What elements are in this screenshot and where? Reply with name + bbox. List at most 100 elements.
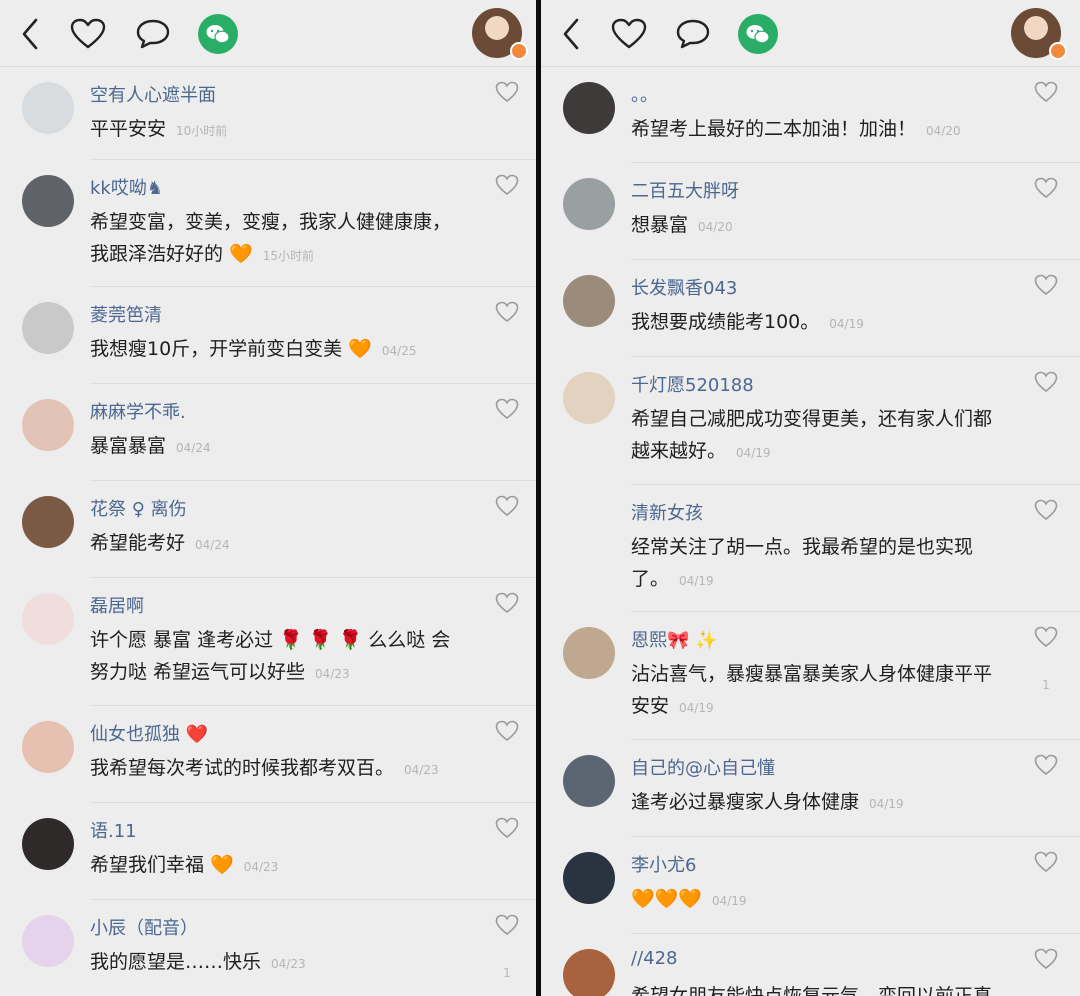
- comment-item[interactable]: 恩熙🎀 ✨ 沾沾喜气，暴瘦暴富暴美家人身体健康平平安安 04/19 1: [541, 612, 1080, 740]
- avatar[interactable]: [22, 818, 74, 870]
- comment-item[interactable]: 空有人心遮半面 平平安安 10小时前: [0, 67, 536, 160]
- avatar[interactable]: [22, 496, 74, 548]
- comment-bubble-icon[interactable]: [673, 14, 713, 54]
- comment-text: 🧡🧡🧡 04/19: [631, 883, 1009, 917]
- like-heart-icon[interactable]: [495, 301, 519, 323]
- comment-author[interactable]: 长发飘香043: [631, 274, 737, 300]
- comment-author[interactable]: 清新女孩: [631, 499, 703, 525]
- comment-body: 希望我们幸福 🧡: [90, 854, 234, 876]
- avatar[interactable]: [22, 399, 74, 451]
- like-heart-icon[interactable]: [1034, 177, 1058, 199]
- like-heart-icon[interactable]: [1034, 851, 1058, 873]
- comment-author[interactable]: 自己的@心自己懂: [631, 754, 775, 780]
- like-heart-icon[interactable]: [495, 398, 519, 420]
- comment-body: 许个愿 暴富 逢考必过 🌹 🌹 🌹 么么哒 会努力哒 希望运气可以好些: [90, 629, 451, 683]
- right-panel: 。。 希望考上最好的二本加油！加油！ 04/20 二百五大胖呀 想暴富 04/20 …: [541, 0, 1080, 996]
- comment-time: 04/19: [711, 894, 747, 908]
- comment-author[interactable]: //428: [631, 948, 678, 969]
- avatar[interactable]: [563, 627, 615, 679]
- like-heart-icon[interactable]: [495, 495, 519, 517]
- comment-item[interactable]: //428 希望女朋友能快点恢复元气，变回以前正真: [541, 934, 1080, 996]
- comment-item[interactable]: 麻麻学不乖. 暴富暴富 04/24: [0, 384, 536, 481]
- comment-author[interactable]: 。。: [631, 81, 658, 107]
- like-heart-icon[interactable]: [1034, 81, 1058, 103]
- comment-item[interactable]: 李小尤6 🧡🧡🧡 04/19: [541, 837, 1080, 934]
- avatar[interactable]: [563, 275, 615, 327]
- like-heart-icon[interactable]: [495, 174, 519, 196]
- avatar[interactable]: [22, 593, 74, 645]
- comment-author[interactable]: 菱莞笆清: [90, 301, 162, 327]
- avatar[interactable]: [563, 178, 615, 230]
- avatar[interactable]: [22, 302, 74, 354]
- wechat-icon[interactable]: [198, 14, 238, 54]
- comment-author[interactable]: 恩熙🎀 ✨: [631, 626, 718, 652]
- like-heart-icon[interactable]: [1034, 948, 1058, 970]
- like-heart-icon[interactable]: [495, 914, 519, 936]
- comment-list: 空有人心遮半面 平平安安 10小时前 kk哎呦♞ 希望变富，变美，变瘦，我家人健健…: [0, 67, 536, 996]
- avatar[interactable]: [22, 175, 74, 227]
- comment-item[interactable]: 花祭 ♀ 离伤 希望能考好 04/24: [0, 481, 536, 578]
- like-heart-icon[interactable]: [1034, 499, 1058, 521]
- comment-time: 04/23: [243, 860, 279, 874]
- comment-item[interactable]: kk哎呦♞ 希望变富，变美，变瘦，我家人健健康康，我跟泽浩好好的 🧡 15小时前: [0, 160, 536, 287]
- comment-time: 04/19: [869, 797, 904, 811]
- like-heart-icon[interactable]: [495, 592, 519, 614]
- like-heart-icon[interactable]: [495, 817, 519, 839]
- comment-body: 我想瘦10斤，开学前变白变美 🧡: [90, 338, 372, 360]
- comment-author[interactable]: 李小尤6: [631, 851, 696, 877]
- comment-author[interactable]: 千灯愿520188: [631, 371, 754, 397]
- avatar[interactable]: [563, 755, 615, 807]
- comment-author[interactable]: 二百五大胖呀: [631, 177, 739, 203]
- comment-text: 我想要成绩能考100。 04/19: [631, 306, 1009, 340]
- comment-text: 希望考上最好的二本加油！加油！ 04/20: [631, 113, 1009, 147]
- comment-item[interactable]: 菱莞笆清 我想瘦10斤，开学前变白变美 🧡 04/25: [0, 287, 536, 384]
- like-heart-icon[interactable]: [1034, 371, 1058, 393]
- comment-text: 我希望每次考试的时候我都考双百。 04/23: [90, 752, 468, 786]
- comment-item[interactable]: 小辰（配音） 我的愿望是……快乐 04/23 1: [0, 900, 536, 996]
- comment-author[interactable]: 磊居啊: [90, 592, 144, 618]
- comment-author[interactable]: 空有人心遮半面: [90, 81, 216, 107]
- like-heart-icon[interactable]: [1034, 274, 1058, 296]
- top-bar: [0, 0, 536, 67]
- avatar[interactable]: [563, 949, 615, 996]
- avatar[interactable]: [22, 82, 74, 134]
- like-heart-icon[interactable]: [1034, 626, 1058, 648]
- like-heart-icon[interactable]: [495, 720, 519, 742]
- comment-author[interactable]: 语.11: [90, 817, 137, 843]
- avatar[interactable]: [563, 82, 615, 134]
- comment-item[interactable]: 清新女孩 经常关注了胡一点。我最希望的是也实现了。 04/19: [541, 485, 1080, 612]
- comment-item[interactable]: 千灯愿520188 希望自己减肥成功变得更美，还有家人们都越来越好。 04/19: [541, 357, 1080, 485]
- wechat-icon[interactable]: [738, 14, 778, 54]
- comment-text: 希望女朋友能快点恢复元气，变回以前正真: [631, 980, 1009, 996]
- comment-text: 希望能考好 04/24: [90, 527, 468, 561]
- comment-author[interactable]: 小辰（配音）: [90, 914, 198, 940]
- comment-author[interactable]: 仙女也孤独 ❤️: [90, 720, 208, 746]
- comment-item[interactable]: 。。 希望考上最好的二本加油！加油！ 04/20: [541, 67, 1080, 163]
- comment-item[interactable]: 二百五大胖呀 想暴富 04/20: [541, 163, 1080, 260]
- avatar[interactable]: [563, 500, 615, 552]
- comment-item[interactable]: 长发飘香043 我想要成绩能考100。 04/19: [541, 260, 1080, 357]
- heart-icon[interactable]: [609, 14, 649, 54]
- back-arrow-icon[interactable]: [551, 14, 591, 54]
- comment-author[interactable]: 花祭 ♀ 离伤: [90, 495, 187, 521]
- comment-text: 希望我们幸福 🧡 04/23: [90, 849, 468, 883]
- like-heart-icon[interactable]: [1034, 754, 1058, 776]
- comment-item[interactable]: 仙女也孤独 ❤️ 我希望每次考试的时候我都考双百。 04/23: [0, 706, 536, 803]
- avatar[interactable]: [563, 372, 615, 424]
- comment-author[interactable]: kk哎呦♞: [90, 174, 163, 200]
- avatar[interactable]: [22, 915, 74, 967]
- comment-text: 我想瘦10斤，开学前变白变美 🧡 04/25: [90, 333, 468, 367]
- comment-bubble-icon[interactable]: [133, 14, 173, 54]
- comment-item[interactable]: 语.11 希望我们幸福 🧡 04/23: [0, 803, 536, 900]
- screen: 空有人心遮半面 平平安安 10小时前 kk哎呦♞ 希望变富，变美，变瘦，我家人健健…: [0, 0, 1080, 996]
- comment-text: 沾沾喜气，暴瘦暴富暴美家人身体健康平平安安 04/19: [631, 658, 1009, 724]
- comment-item[interactable]: 自己的@心自己懂 逢考必过暴瘦家人身体健康 04/19: [541, 740, 1080, 837]
- comment-time: 04/20: [926, 124, 961, 138]
- comment-author[interactable]: 麻麻学不乖.: [90, 398, 186, 424]
- comment-item[interactable]: 磊居啊 许个愿 暴富 逢考必过 🌹 🌹 🌹 么么哒 会努力哒 希望运气可以好些 0…: [0, 578, 536, 706]
- heart-icon[interactable]: [68, 14, 108, 54]
- avatar[interactable]: [22, 721, 74, 773]
- like-heart-icon[interactable]: [495, 81, 519, 103]
- back-arrow-icon[interactable]: [10, 14, 50, 54]
- avatar[interactable]: [563, 852, 615, 904]
